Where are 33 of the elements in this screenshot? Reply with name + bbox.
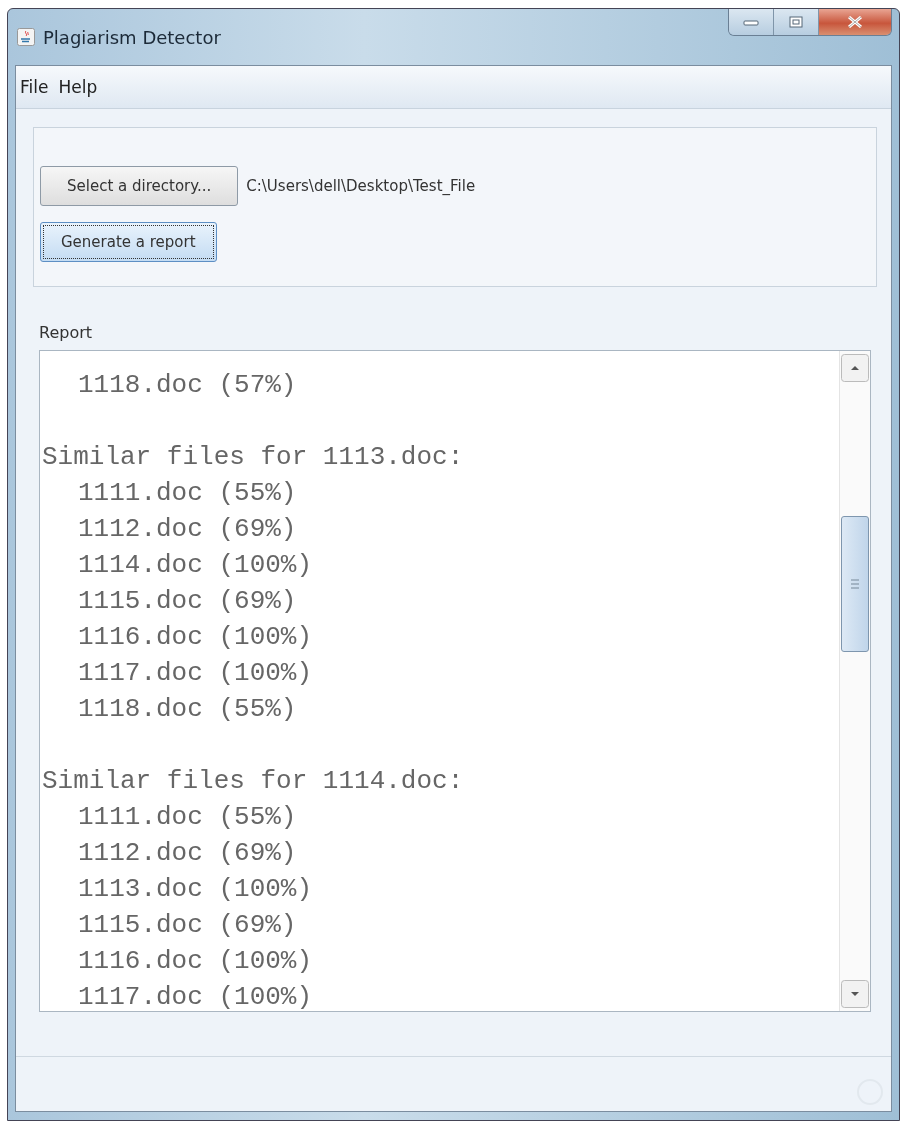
report-line: 1112.doc (69%) [77,837,298,870]
report-line: 1115.doc (69%) [77,585,298,618]
report-heading: Similar files for 1114.doc: [42,765,465,798]
report-line: 1115.doc (69%) [77,909,298,942]
report-line: 1113.doc (100%) [77,873,314,906]
report-line: 1112.doc (69%) [77,513,298,546]
close-icon [847,16,863,28]
report-line: 1114.doc (100%) [77,549,314,582]
menu-item[interactable]: Help [58,77,98,97]
maximize-icon [789,16,803,28]
report-heading: Similar files for 1113.doc: [42,441,465,474]
report-line: 1111.doc (55%) [77,801,298,834]
report-line: 1118.doc (57%) [77,369,298,402]
report-line: 1116.doc (100%) [77,945,314,978]
scroll-thumb[interactable] [841,516,869,652]
report-line: 1117.doc (100%) [77,981,314,1011]
report-label: Report [39,323,94,342]
report-line: 1111.doc (55%) [77,477,298,510]
close-button[interactable] [819,9,891,35]
report-line: 1117.doc (100%) [77,657,314,690]
menu-item[interactable]: File [20,77,49,97]
directory-path: C:\Users\dell\Desktop\Test_File [246,177,476,195]
generate-report-button[interactable]: Generate a report [40,222,217,262]
select-directory-button[interactable]: Select a directory... [40,166,239,206]
maximize-button[interactable] [774,9,819,35]
scrollbar[interactable] [839,351,870,1011]
report-line: 1118.doc (55%) [77,693,298,726]
app-icon [17,28,35,46]
window-title: Plagiarism Detector [43,26,221,48]
report-text-area[interactable] [39,350,871,1012]
minimize-button[interactable] [729,9,774,35]
report-line: 1116.doc (100%) [77,621,314,654]
minimize-icon [743,18,759,26]
